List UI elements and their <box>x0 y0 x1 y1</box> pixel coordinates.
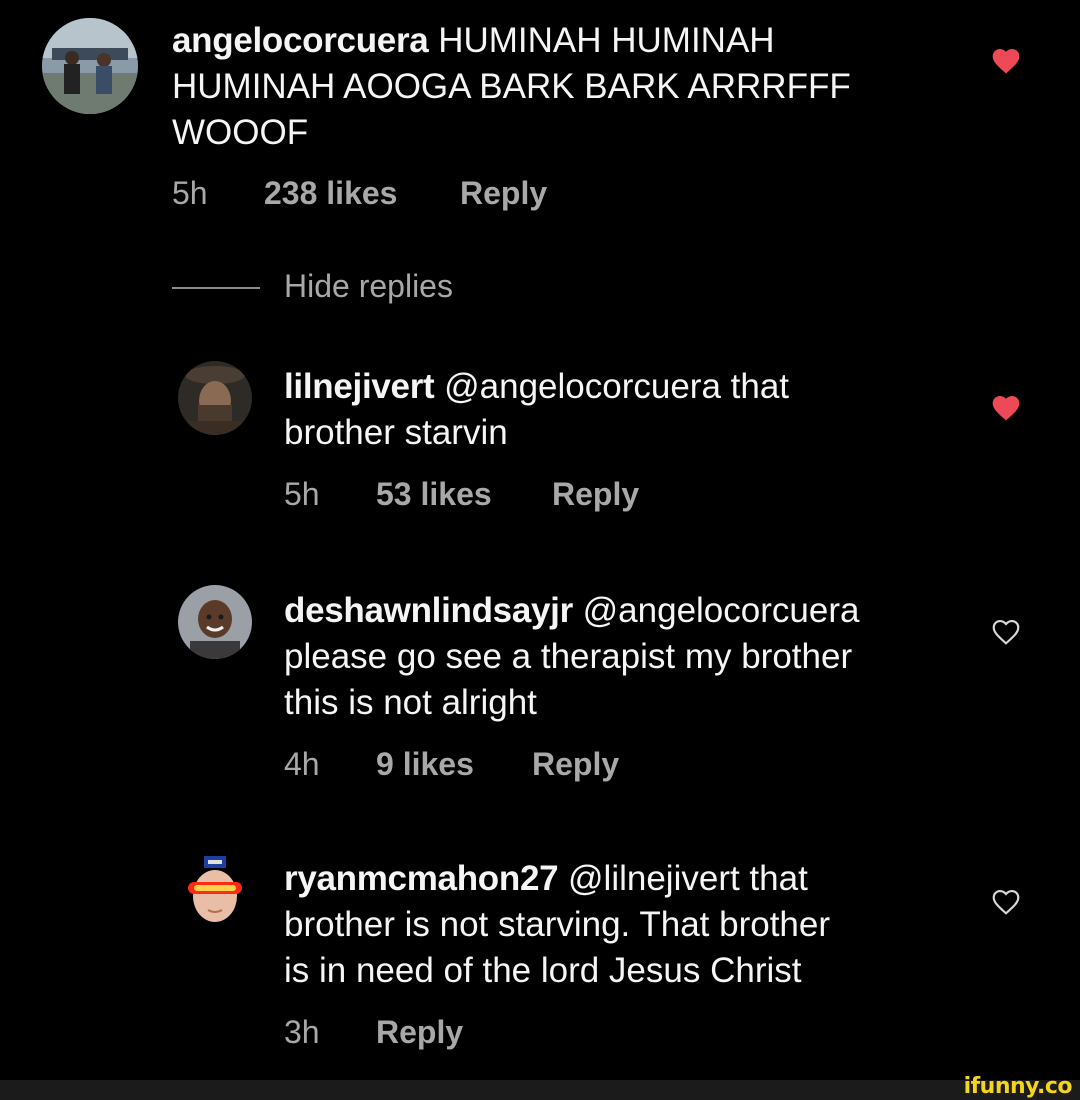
footer-bar <box>0 1080 1080 1100</box>
avatar[interactable] <box>42 18 138 114</box>
heart-outline-icon[interactable] <box>990 886 1022 918</box>
comment-text-line: please go see a therapist my brother <box>284 637 853 676</box>
avatar-photo <box>178 361 252 435</box>
comment-text-line: is in need of the lord Jesus Christ <box>284 951 802 990</box>
comment-text-line: brother is not starving. That brother <box>284 905 831 944</box>
comment-text-line: WOOOF <box>172 113 309 152</box>
avatar-photo <box>178 585 252 659</box>
comment-text-line: this is not alright <box>284 683 537 722</box>
username[interactable]: ryanmcmahon27 <box>284 859 559 898</box>
comment-time: 5h <box>172 175 208 211</box>
comment-text-line: @lilnejivert that <box>568 859 808 898</box>
comment-text-line: @angelocorcuera that <box>444 367 790 406</box>
avatar[interactable] <box>178 585 252 659</box>
comment-text-line: HUMINAH AOOGA BARK BARK ARRRFFF <box>172 67 851 106</box>
hide-replies-button[interactable]: Hide replies <box>284 268 453 305</box>
heart-outline-icon[interactable] <box>990 616 1022 648</box>
avatar[interactable] <box>178 852 252 926</box>
username[interactable]: angelocorcuera <box>172 21 429 60</box>
avatar-photo <box>42 18 138 114</box>
username[interactable]: lilnejivert <box>284 367 435 406</box>
reply-button[interactable]: Reply <box>532 746 619 783</box>
heart-filled-icon[interactable] <box>990 392 1022 424</box>
likes-count[interactable]: 238 likes <box>264 175 397 212</box>
ifunny-watermark: ifunny.co <box>963 1074 1073 1099</box>
likes-count[interactable]: 53 likes <box>376 476 492 513</box>
avatar-photo <box>178 852 252 926</box>
likes-count[interactable]: 9 likes <box>376 746 474 783</box>
reply-button[interactable]: Reply <box>460 175 547 212</box>
comment-text-line: HUMINAH HUMINAH <box>438 21 775 60</box>
comment-text-line: @angelocorcuera <box>582 591 860 630</box>
comment-text-line: brother starvin <box>284 413 508 452</box>
comment-time: 5h <box>284 476 320 512</box>
avatar[interactable] <box>178 361 252 435</box>
reply-button[interactable]: Reply <box>552 476 639 513</box>
reply-button[interactable]: Reply <box>376 1014 463 1051</box>
hide-replies-divider <box>172 287 260 289</box>
comment-time: 4h <box>284 746 320 782</box>
heart-filled-icon[interactable] <box>990 45 1022 77</box>
username[interactable]: deshawnlindsayjr <box>284 591 573 630</box>
comment-time: 3h <box>284 1014 320 1050</box>
